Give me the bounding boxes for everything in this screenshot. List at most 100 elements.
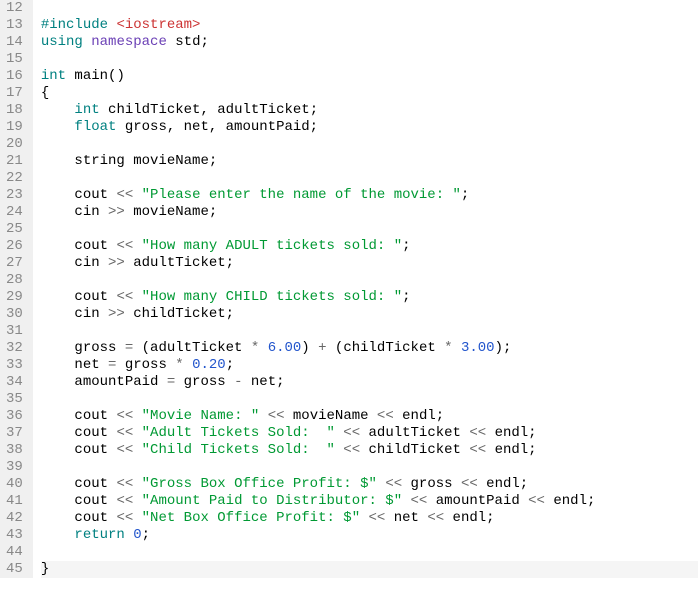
- code-token: ;: [486, 510, 494, 526]
- code-line: cout << "How many ADULT tickets sold: ";: [41, 238, 698, 255]
- code-token: 3.00: [461, 340, 495, 356]
- line-number: 21: [6, 153, 23, 170]
- code-line: int main(): [41, 68, 698, 85]
- code-line: #include <iostream>: [41, 17, 698, 34]
- code-token: (): [108, 68, 125, 84]
- code-token: ;: [310, 102, 318, 118]
- code-token: "Gross Box Office Profit: $": [142, 476, 377, 492]
- code-token: int: [74, 102, 99, 118]
- code-line: [41, 51, 698, 68]
- code-token: endl: [453, 510, 487, 526]
- code-token: "Movie Name: ": [142, 408, 260, 424]
- code-token: ;: [209, 153, 217, 169]
- code-token: "Adult Tickets Sold: ": [142, 425, 335, 441]
- line-number: 43: [6, 527, 23, 544]
- code-token: adultTicket: [369, 425, 470, 441]
- code-token: *: [251, 340, 268, 356]
- code-token: ;: [461, 187, 469, 203]
- line-number: 41: [6, 493, 23, 510]
- code-line: cout << "Net Box Office Profit: $" << ne…: [41, 510, 698, 527]
- code-token: }: [41, 561, 49, 577]
- code-token: int: [41, 68, 66, 84]
- code-token: using: [41, 34, 91, 50]
- line-number: 15: [6, 51, 23, 68]
- code-token: movieName: [293, 408, 377, 424]
- code-area[interactable]: #include <iostream>using namespace std; …: [33, 0, 698, 578]
- code-token: 0.20: [192, 357, 226, 373]
- code-token: <<: [116, 425, 141, 441]
- line-number: 38: [6, 442, 23, 459]
- code-token: cout: [41, 187, 117, 203]
- code-token: <<: [116, 442, 141, 458]
- line-number: 18: [6, 102, 23, 119]
- code-token: -: [234, 374, 251, 390]
- line-number: 29: [6, 289, 23, 306]
- code-token: cout: [41, 408, 117, 424]
- code-token: <<: [385, 476, 410, 492]
- code-token: ;: [310, 119, 318, 135]
- line-number: 12: [6, 0, 23, 17]
- line-number: 28: [6, 272, 23, 289]
- line-number: 30: [6, 306, 23, 323]
- code-token: ;: [528, 425, 536, 441]
- code-token: );: [495, 340, 512, 356]
- code-token: ;: [276, 374, 284, 390]
- code-line: cin >> childTicket;: [41, 306, 698, 323]
- code-token: <<: [343, 425, 368, 441]
- code-token: "Net Box Office Profit: $": [142, 510, 360, 526]
- code-token: ;: [402, 289, 410, 305]
- line-number: 23: [6, 187, 23, 204]
- line-number: 34: [6, 374, 23, 391]
- line-number: 20: [6, 136, 23, 153]
- code-token: <<: [469, 442, 494, 458]
- code-token: gross: [411, 476, 461, 492]
- code-line: [41, 391, 698, 408]
- code-token: std: [167, 34, 201, 50]
- code-line: net = gross * 0.20;: [41, 357, 698, 374]
- code-token: net: [394, 510, 428, 526]
- code-line: using namespace std;: [41, 34, 698, 51]
- code-token: float: [74, 119, 116, 135]
- code-token: <<: [268, 408, 293, 424]
- code-token: endl: [486, 476, 520, 492]
- line-number: 14: [6, 34, 23, 51]
- code-token: ;: [142, 527, 150, 543]
- code-token: [41, 119, 75, 135]
- line-number: 35: [6, 391, 23, 408]
- code-token: "How many ADULT tickets sold: ": [142, 238, 402, 254]
- code-token: cout: [41, 476, 117, 492]
- code-token: cout: [41, 510, 117, 526]
- code-token: [259, 408, 267, 424]
- code-line: cout << "Child Tickets Sold: " << childT…: [41, 442, 698, 459]
- line-number: 37: [6, 425, 23, 442]
- code-line: float gross, net, amountPaid;: [41, 119, 698, 136]
- code-token: <<: [461, 476, 486, 492]
- code-token: {: [41, 85, 49, 101]
- code-line: amountPaid = gross - net;: [41, 374, 698, 391]
- code-token: ;: [226, 357, 234, 373]
- code-token: >>: [108, 255, 133, 271]
- code-token: =: [125, 340, 142, 356]
- line-number: 25: [6, 221, 23, 238]
- line-number: 17: [6, 85, 23, 102]
- code-token: #include: [41, 17, 117, 33]
- code-token: cout: [41, 442, 117, 458]
- code-token: <<: [116, 476, 141, 492]
- code-token: >>: [108, 306, 133, 322]
- code-token: =: [167, 374, 184, 390]
- code-token: "Amount Paid to Distributor: $": [142, 493, 402, 509]
- code-token: gross: [125, 357, 175, 373]
- code-token: "Please enter the name of the movie: ": [142, 187, 461, 203]
- code-line: cout << "Amount Paid to Distributor: $" …: [41, 493, 698, 510]
- code-line: [41, 544, 698, 561]
- code-token: ;: [226, 306, 234, 322]
- code-line: int childTicket, adultTicket;: [41, 102, 698, 119]
- code-token: movieName: [133, 204, 209, 220]
- code-token: cout: [41, 289, 117, 305]
- code-line: }: [41, 561, 698, 578]
- code-line: [41, 0, 698, 17]
- code-line: return 0;: [41, 527, 698, 544]
- code-token: ;: [528, 442, 536, 458]
- code-token: [402, 493, 410, 509]
- code-token: =: [108, 357, 125, 373]
